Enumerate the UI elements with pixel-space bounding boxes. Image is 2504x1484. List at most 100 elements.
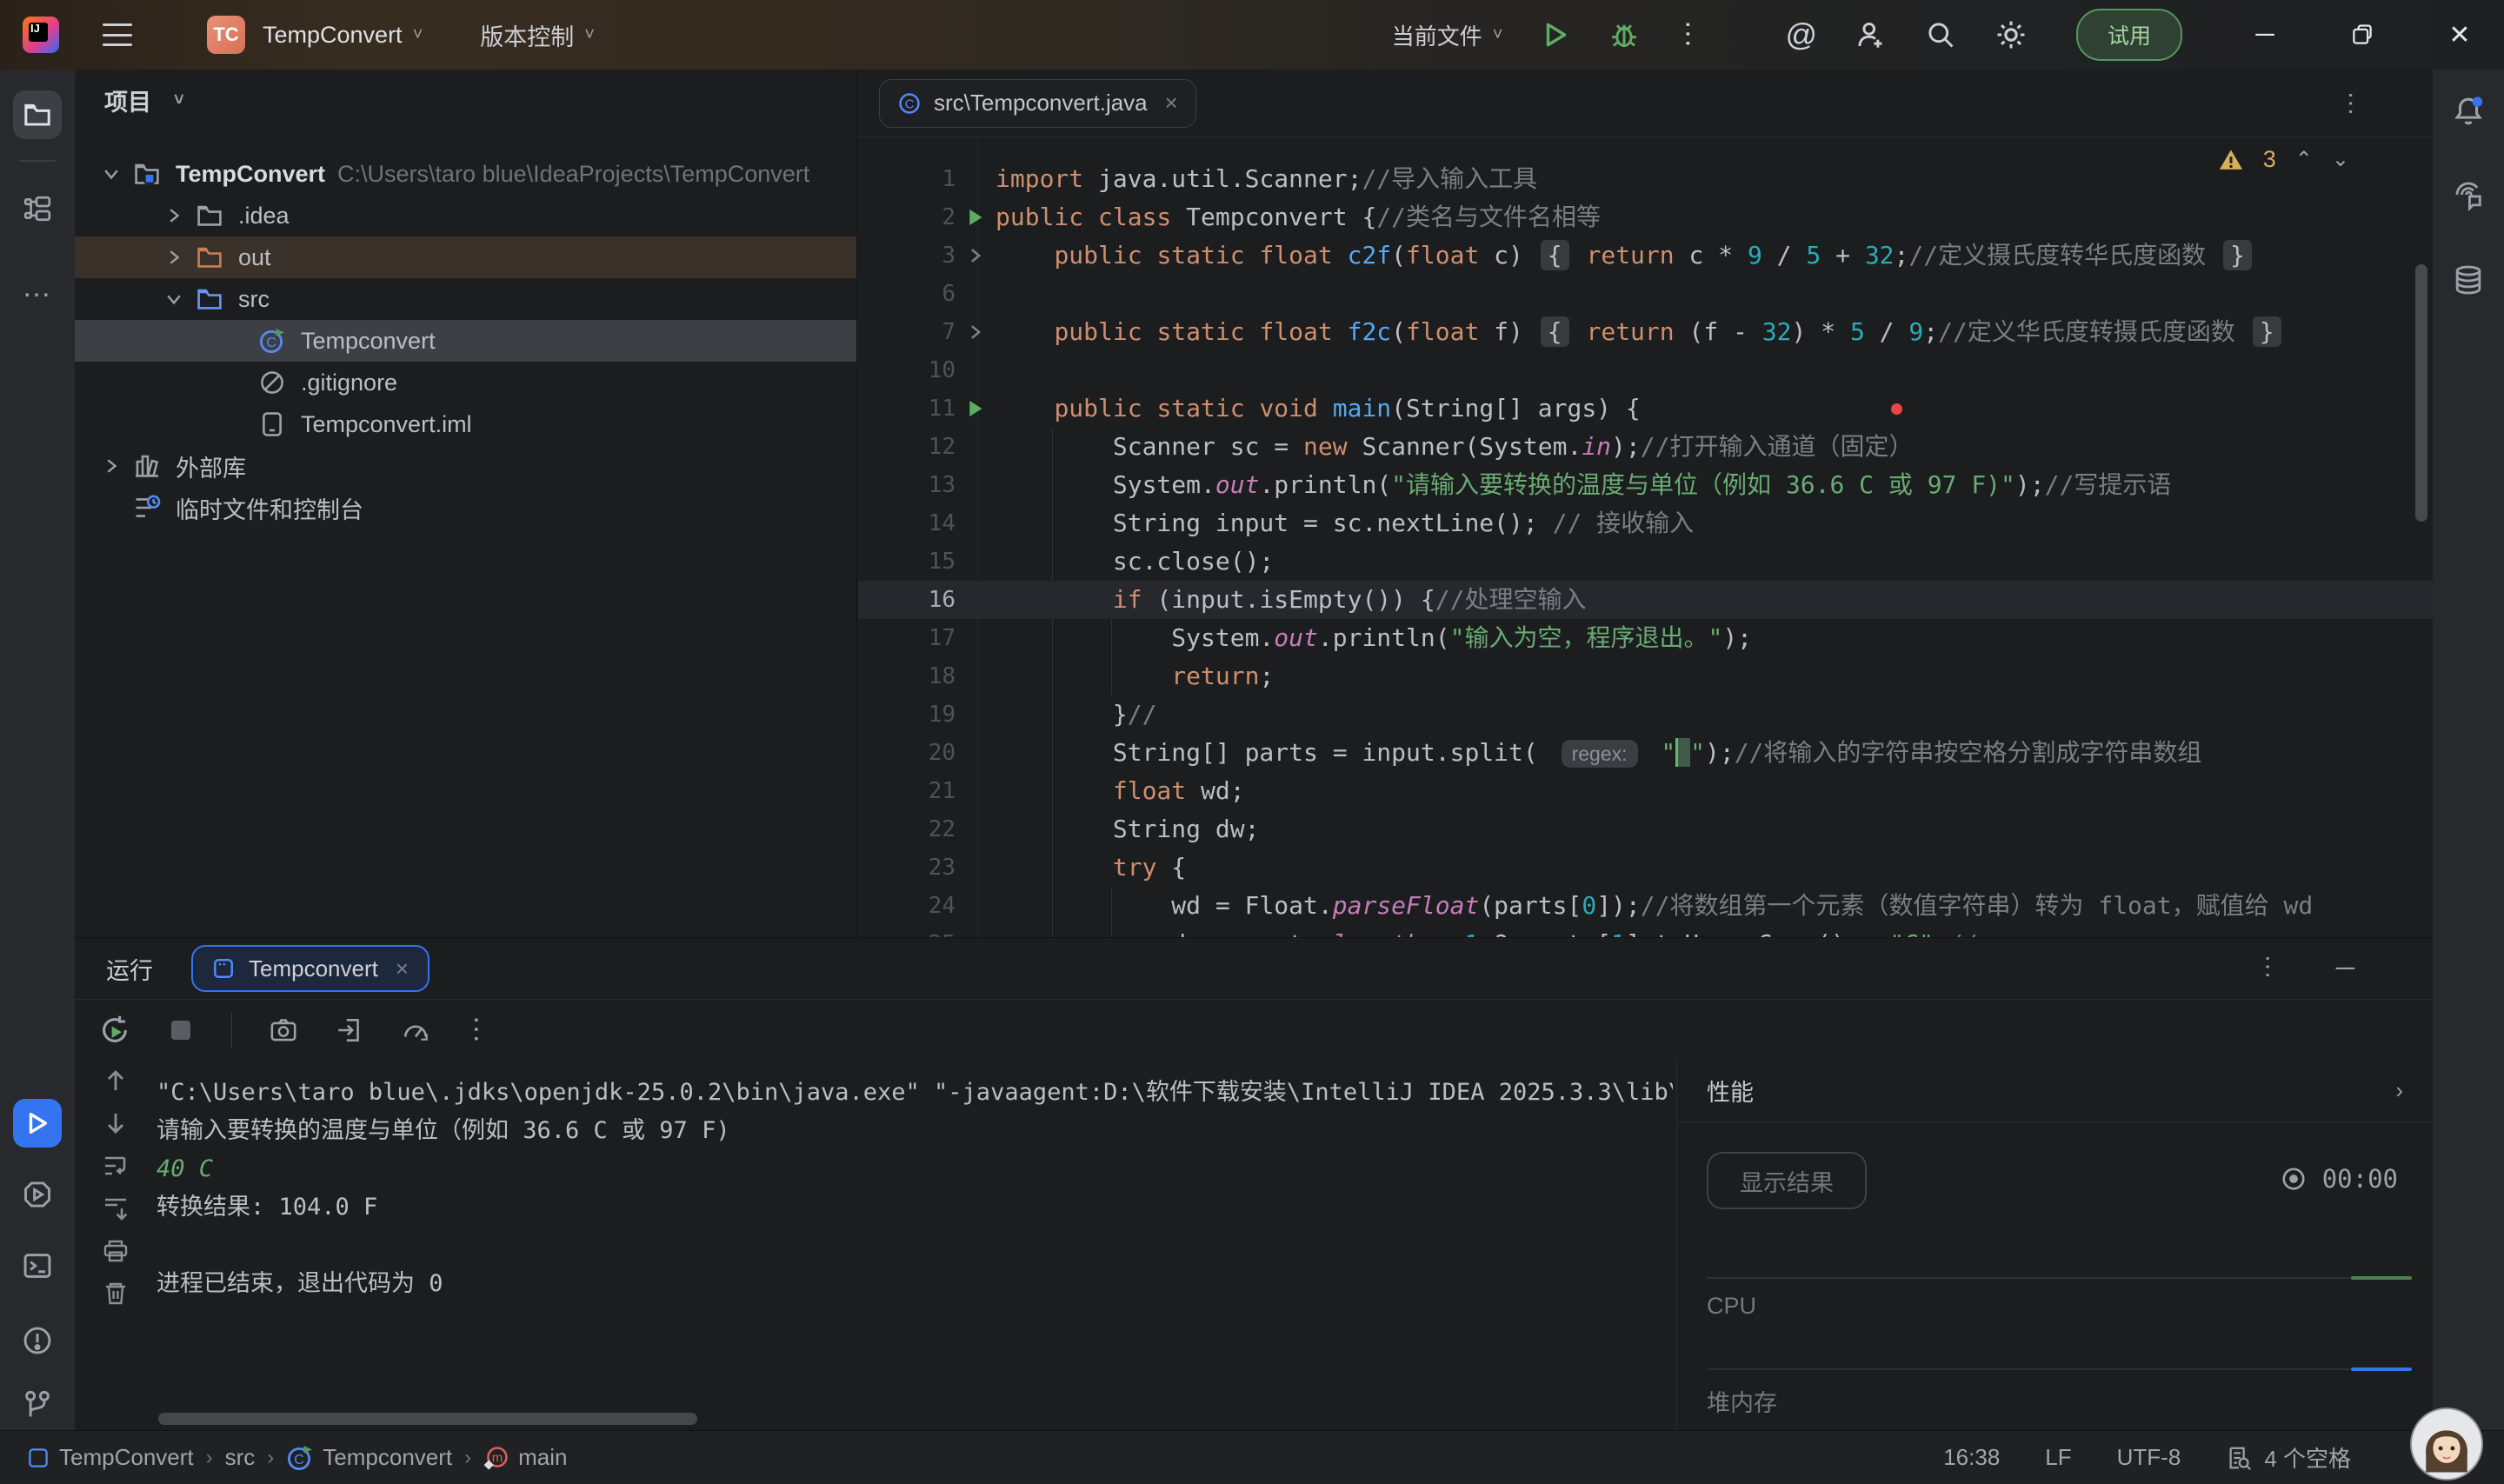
code-line-19[interactable]: 19 }// xyxy=(858,695,2433,734)
chevron-right-icon[interactable] xyxy=(155,205,193,226)
vcs-menu[interactable]: 版本控制 xyxy=(480,18,574,52)
line-number[interactable]: 6 xyxy=(858,275,956,313)
scroll-up-icon[interactable] xyxy=(102,1067,130,1095)
run-tab[interactable]: Tempconvert × xyxy=(191,945,430,992)
problems-tool-icon[interactable] xyxy=(13,1316,62,1365)
project-tool-icon[interactable] xyxy=(13,90,62,139)
run-line-icon[interactable] xyxy=(956,389,996,428)
search-icon[interactable] xyxy=(1925,19,1956,50)
line-number[interactable]: 16 xyxy=(858,581,956,619)
code-line-22[interactable]: 22 String dw; xyxy=(858,810,2433,848)
line-number[interactable]: 10 xyxy=(858,351,956,389)
show-results-button[interactable]: 显示结果 xyxy=(1707,1152,1867,1209)
code-line-1[interactable]: 1import java.util.Scanner;//导入输入工具 xyxy=(858,160,2433,198)
file-encoding[interactable]: UTF-8 xyxy=(2117,1444,2181,1471)
chevron-down-icon[interactable] xyxy=(155,289,193,309)
screenshot-icon[interactable] xyxy=(269,1015,298,1045)
stop-icon[interactable] xyxy=(167,1016,195,1044)
performance-header[interactable]: 性能 › xyxy=(1677,1060,2433,1122)
line-number[interactable]: 11 xyxy=(858,389,956,428)
settings-gear-icon[interactable] xyxy=(1995,18,2028,51)
profiler-icon[interactable] xyxy=(401,1015,430,1045)
git-tool-icon[interactable] xyxy=(13,1381,62,1429)
run-tool-icon[interactable] xyxy=(13,1099,62,1148)
soft-wrap-icon[interactable] xyxy=(102,1152,130,1180)
editor-tab[interactable]: C src\Tempconvert.java × xyxy=(879,79,1196,128)
run-configuration[interactable]: 当前文件˅ xyxy=(1392,19,1503,51)
code-line-13[interactable]: 13 System.out.println("请输入要转换的温度与单位（例如 3… xyxy=(858,466,2433,504)
line-number[interactable]: 1 xyxy=(858,160,956,198)
tree-item-.gitignore[interactable]: .gitignore xyxy=(75,362,856,403)
code-line-17[interactable]: 17 System.out.println("输入为空，程序退出。"); xyxy=(858,619,2433,657)
main-menu-icon[interactable] xyxy=(103,23,132,46)
indent-setting[interactable]: 4 个空格 xyxy=(2226,1441,2351,1474)
add-user-icon[interactable] xyxy=(1855,19,1887,50)
tab-options-icon[interactable]: … xyxy=(2342,90,2372,116)
attach-icon[interactable] xyxy=(335,1015,364,1045)
line-number[interactable]: 14 xyxy=(858,504,956,542)
breadcrumb-item-Tempconvert[interactable]: CTempconvert xyxy=(286,1444,452,1472)
console-scrollbar[interactable] xyxy=(158,1413,697,1425)
code-line-12[interactable]: 12 Scanner sc = new Scanner(System.in);/… xyxy=(858,428,2433,466)
line-number[interactable]: 24 xyxy=(858,887,956,925)
scroll-down-icon[interactable] xyxy=(102,1109,130,1137)
project-panel-header[interactable]: 项目 ˅ xyxy=(75,70,856,130)
run-line-icon[interactable] xyxy=(956,198,996,236)
code-line-23[interactable]: 23 try { xyxy=(858,848,2433,887)
chevron-down-icon[interactable] xyxy=(92,163,130,184)
tree-item-TempConvert[interactable]: TempConvertC:\Users\taro blue\IdeaProjec… xyxy=(75,153,856,195)
breadcrumb-item-TempConvert[interactable]: TempConvert xyxy=(26,1444,194,1471)
line-number[interactable]: 20 xyxy=(858,734,956,772)
structure-tool-icon[interactable] xyxy=(13,184,62,233)
line-number[interactable]: 21 xyxy=(858,772,956,810)
line-number[interactable]: 7 xyxy=(858,313,956,351)
code-line-14[interactable]: 14 String input = sc.nextLine(); // 接收输入 xyxy=(858,504,2433,542)
trial-button[interactable]: 试用 xyxy=(2076,9,2182,61)
close-tab-icon[interactable]: × xyxy=(1165,90,1178,116)
line-number[interactable]: 23 xyxy=(858,848,956,887)
code-line-10[interactable]: 10 xyxy=(858,351,2433,389)
terminal-tool-icon[interactable] xyxy=(13,1241,62,1290)
chevron-right-icon[interactable] xyxy=(92,456,130,476)
minimize-icon[interactable]: ─ xyxy=(2250,20,2280,50)
code-line-20[interactable]: 20 String[] parts = input.split( regex: … xyxy=(858,734,2433,772)
notifications-bell-icon[interactable] xyxy=(2444,87,2493,136)
code-line-11[interactable]: 11 public static void main(String[] args… xyxy=(858,389,2433,428)
line-number[interactable]: 12 xyxy=(858,428,956,466)
code-line-16[interactable]: 16 if (input.isEmpty()) {//处理空输入 xyxy=(858,581,2433,619)
tree-item-Tempconvert.iml[interactable]: Tempconvert.iml xyxy=(75,403,856,445)
line-number[interactable]: 25 xyxy=(858,925,956,937)
tree-item-Tempconvert[interactable]: CTempconvert xyxy=(75,320,856,362)
restore-icon[interactable] xyxy=(2348,23,2377,47)
code-line-2[interactable]: 2public class Tempconvert {//类名与文件名相等 xyxy=(858,198,2433,236)
breadcrumb-item-main[interactable]: mmain xyxy=(483,1444,567,1471)
code-line-6[interactable]: 6 xyxy=(858,275,2433,313)
code-line-18[interactable]: 18 return; xyxy=(858,657,2433,695)
line-number[interactable]: 2 xyxy=(858,198,956,236)
tree-item-.idea[interactable]: .idea xyxy=(75,195,856,236)
scroll-to-end-icon[interactable] xyxy=(102,1195,130,1222)
code-line-3[interactable]: 3 public static float c2f(float c) { ret… xyxy=(858,236,2433,275)
line-number[interactable]: 19 xyxy=(858,695,956,734)
run-console[interactable]: "C:\Users\taro blue\.jdks\openjdk-25.0.2… xyxy=(156,1060,1673,1414)
code-line-21[interactable]: 21 float wd; xyxy=(858,772,2433,810)
line-number[interactable]: 22 xyxy=(858,810,956,848)
line-number[interactable]: 15 xyxy=(858,542,956,581)
project-name[interactable]: TempConvert xyxy=(263,22,403,49)
tree-item--[interactable]: 外部库 xyxy=(75,445,856,487)
database-icon[interactable] xyxy=(2444,256,2493,304)
line-number[interactable]: 17 xyxy=(858,619,956,657)
code-line-24[interactable]: 24 wd = Float.parseFloat(parts[0]);//将数组… xyxy=(858,887,2433,925)
ai-chat-icon[interactable] xyxy=(2444,170,2493,219)
more-actions-icon[interactable]: … xyxy=(1678,19,1712,50)
hide-panel-icon[interactable]: ─ xyxy=(2336,954,2354,983)
tree-item-out[interactable]: out xyxy=(75,236,856,278)
line-number[interactable]: 3 xyxy=(858,236,956,275)
run-icon[interactable] xyxy=(1541,20,1570,50)
ai-assistant-icon[interactable]: @ xyxy=(1785,17,1817,53)
rerun-icon[interactable] xyxy=(99,1015,130,1046)
more-tools-icon[interactable]: … xyxy=(13,263,62,311)
print-icon[interactable] xyxy=(102,1237,130,1265)
breadcrumb-item-src[interactable]: src xyxy=(225,1444,256,1471)
code-line-25[interactable]: 25 dw = parts.length > 1 ? parts[1].toUp… xyxy=(858,925,2433,937)
